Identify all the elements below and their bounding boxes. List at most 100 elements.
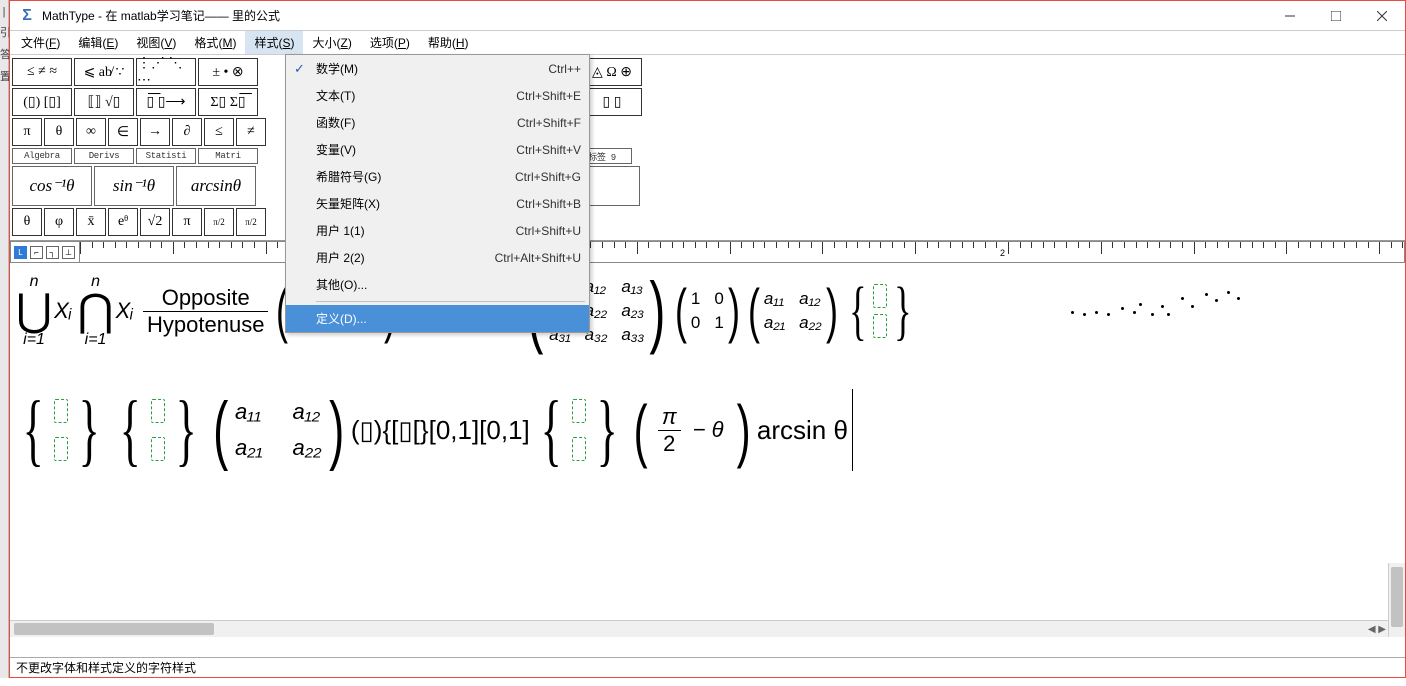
empty-slot[interactable] bbox=[873, 284, 887, 308]
tab-matri[interactable]: Matri bbox=[198, 148, 258, 164]
menu-item-define[interactable]: 定义(D)... bbox=[286, 305, 589, 332]
sym-partial[interactable]: ∂ bbox=[172, 118, 202, 146]
matrix2a-lparen: ( bbox=[675, 286, 687, 336]
tab-derivs[interactable]: Derivs bbox=[74, 148, 134, 164]
tab-statisti[interactable]: Statisti bbox=[136, 148, 196, 164]
intersection-operator: n⋂i=1 bbox=[78, 273, 114, 349]
union-var: Xᵢ bbox=[54, 298, 71, 324]
empty-slot[interactable] bbox=[54, 437, 68, 461]
palette-arrows[interactable]: ▯͞ ▯⟶ bbox=[136, 88, 196, 116]
horizontal-scrollbar[interactable]: ◀ ▶ bbox=[10, 620, 1388, 637]
empty-slot[interactable] bbox=[572, 399, 586, 423]
menu-size[interactable]: 大小(Z) bbox=[303, 31, 360, 54]
menu-style[interactable]: 样式(S) bbox=[245, 31, 303, 54]
sym2-etheta[interactable]: eᶿ bbox=[108, 208, 138, 236]
toolbar-area: ≤ ≠ ≈ ⩽ a͏b̸ ∵ ⋮⋰ ⋱ ⋯ ± • ⊗ ◬ Ω ⊕ (▯) [▯… bbox=[10, 55, 1405, 241]
sym-arrow[interactable]: → bbox=[140, 118, 170, 146]
sym-neq[interactable]: ≠ bbox=[236, 118, 266, 146]
matrix2b-lparen: ( bbox=[748, 286, 760, 336]
menu-item-user2[interactable]: 用户 2(2)Ctrl+Alt+Shift+U bbox=[286, 244, 589, 271]
menu-item-function[interactable]: 函数(F)Ctrl+Shift+F bbox=[286, 109, 589, 136]
fraction-pi-2: π2 bbox=[658, 404, 681, 457]
ruler-btn-4[interactable]: ⊥ bbox=[62, 246, 75, 259]
line2-middle: (▯){[▯[}[0,1][0,1] bbox=[351, 415, 530, 446]
ruler-controls[interactable]: L ⌐ ┐ ⊥ bbox=[10, 241, 80, 263]
matrix-identity: 1001 bbox=[691, 289, 724, 333]
btn-acos[interactable]: cos⁻¹θ bbox=[12, 166, 92, 206]
sym-pi[interactable]: π bbox=[12, 118, 42, 146]
menu-item-user1[interactable]: 用户 1(1)Ctrl+Shift+U bbox=[286, 217, 589, 244]
ruler-btn-2[interactable]: ⌐ bbox=[30, 246, 43, 259]
menu-options[interactable]: 选项(P) bbox=[361, 31, 419, 54]
brace-l-3: { bbox=[540, 402, 561, 458]
ruler-btn-3[interactable]: ┐ bbox=[46, 246, 59, 259]
btn-arcsin[interactable]: arcsinθ bbox=[176, 166, 256, 206]
brace-r-3: } bbox=[597, 402, 618, 458]
sym-infty[interactable]: ∞ bbox=[76, 118, 106, 146]
sym2-xbar[interactable]: x̄ bbox=[76, 208, 106, 236]
dots-cluster bbox=[1065, 283, 1265, 323]
palette-boxes[interactable]: ▯ ▯ bbox=[582, 88, 642, 116]
sym2-pi[interactable]: π bbox=[172, 208, 202, 236]
menu-help[interactable]: 帮助(H) bbox=[419, 31, 478, 54]
sym-in[interactable]: ∈ bbox=[108, 118, 138, 146]
ruler-btn-1[interactable]: L bbox=[14, 246, 27, 259]
matrix3-rparen: ) bbox=[650, 286, 666, 336]
sym-leq[interactable]: ≤ bbox=[204, 118, 234, 146]
inter-var: Xᵢ bbox=[116, 298, 133, 324]
palette-fences[interactable]: (▯) [▯] bbox=[12, 88, 72, 116]
sym2-phi[interactable]: φ bbox=[44, 208, 74, 236]
cursor-icon bbox=[852, 389, 853, 471]
empty-slot[interactable] bbox=[151, 437, 165, 461]
union-operator: n⋃i=1 bbox=[16, 273, 52, 349]
menu-item-math[interactable]: ✓数学(M)Ctrl++ bbox=[286, 55, 589, 82]
brace-l-1: { bbox=[23, 402, 44, 458]
vertical-scrollbar[interactable] bbox=[1388, 563, 1405, 637]
window-title: MathType - 在 matlab学习笔记—— 里的公式 bbox=[42, 7, 280, 24]
arcsin-theta: arcsin θ bbox=[757, 415, 848, 446]
tab-algebra[interactable]: Algebra bbox=[12, 148, 72, 164]
titlebar: Σ MathType - 在 matlab学习笔记—— 里的公式 bbox=[10, 1, 1405, 31]
palette-greek-caps[interactable]: ◬ Ω ⊕ bbox=[582, 58, 642, 86]
menu-format[interactable]: 格式(M) bbox=[185, 31, 245, 54]
sym-theta[interactable]: θ bbox=[44, 118, 74, 146]
ruler[interactable]: 1 2 bbox=[80, 241, 1405, 263]
line2-mat-lparen: ( bbox=[213, 405, 228, 455]
palette-misc1[interactable]: ⩽ a͏b̸ ∵ bbox=[74, 58, 134, 86]
empty-slot[interactable] bbox=[572, 437, 586, 461]
maximize-button[interactable] bbox=[1313, 1, 1359, 31]
fraction-opp-hyp: OppositeHypotenuse bbox=[143, 285, 268, 338]
palette-relations[interactable]: ≤ ≠ ≈ bbox=[12, 58, 72, 86]
palette-dots[interactable]: ⋮⋰ ⋱ ⋯ bbox=[136, 58, 196, 86]
close-button[interactable] bbox=[1359, 1, 1405, 31]
line2-frac-rparen: ) bbox=[736, 405, 750, 455]
app-icon: Σ bbox=[18, 7, 36, 25]
minimize-button[interactable] bbox=[1267, 1, 1313, 31]
sym2-theta[interactable]: θ bbox=[12, 208, 42, 236]
btn-asin[interactable]: sin⁻¹θ bbox=[94, 166, 174, 206]
equation-editor[interactable]: n⋃i=1 Xᵢ n⋂i=1 Xᵢ OppositeHypotenuse ( �… bbox=[10, 263, 1405, 657]
sym2-piover2a[interactable]: π/2 bbox=[204, 208, 234, 236]
menu-item-vectormatrix[interactable]: 矢量矩阵(X)Ctrl+Shift+B bbox=[286, 190, 589, 217]
menu-item-greek[interactable]: 希腊符号(G)Ctrl+Shift+G bbox=[286, 163, 589, 190]
status-text: 不更改字体和样式定义的字符样式 bbox=[16, 659, 196, 676]
sym2-sqrt2[interactable]: √2 bbox=[140, 208, 170, 236]
empty-slot[interactable] bbox=[873, 314, 887, 338]
menu-item-variable[interactable]: 变量(V)Ctrl+Shift+V bbox=[286, 136, 589, 163]
menu-separator bbox=[316, 301, 585, 302]
sym2-piover2b[interactable]: π/2 bbox=[236, 208, 266, 236]
external-strip: |引答置 bbox=[0, 0, 9, 678]
empty-slot[interactable] bbox=[151, 399, 165, 423]
empty-slot[interactable] bbox=[54, 399, 68, 423]
menu-item-text[interactable]: 文本(T)Ctrl+Shift+E bbox=[286, 82, 589, 109]
menu-edit[interactable]: 编辑(E) bbox=[69, 31, 127, 54]
menu-file[interactable]: 文件(F) bbox=[12, 31, 69, 54]
palette-operators[interactable]: ± • ⊗ bbox=[198, 58, 258, 86]
menu-item-other[interactable]: 其他(O)... bbox=[286, 271, 589, 298]
ruler-row: L ⌐ ┐ ⊥ 1 2 bbox=[10, 241, 1405, 263]
palette-sums[interactable]: Σ▯ Σ▯͞ bbox=[198, 88, 258, 116]
brace-l-small: { bbox=[849, 283, 866, 339]
menu-view[interactable]: 视图(V) bbox=[127, 31, 185, 54]
palette-roots[interactable]: ⟦⟧ √▯ bbox=[74, 88, 134, 116]
line2-matrix: a₁₁a₁₂a₂₁a₂₂ bbox=[235, 399, 322, 461]
